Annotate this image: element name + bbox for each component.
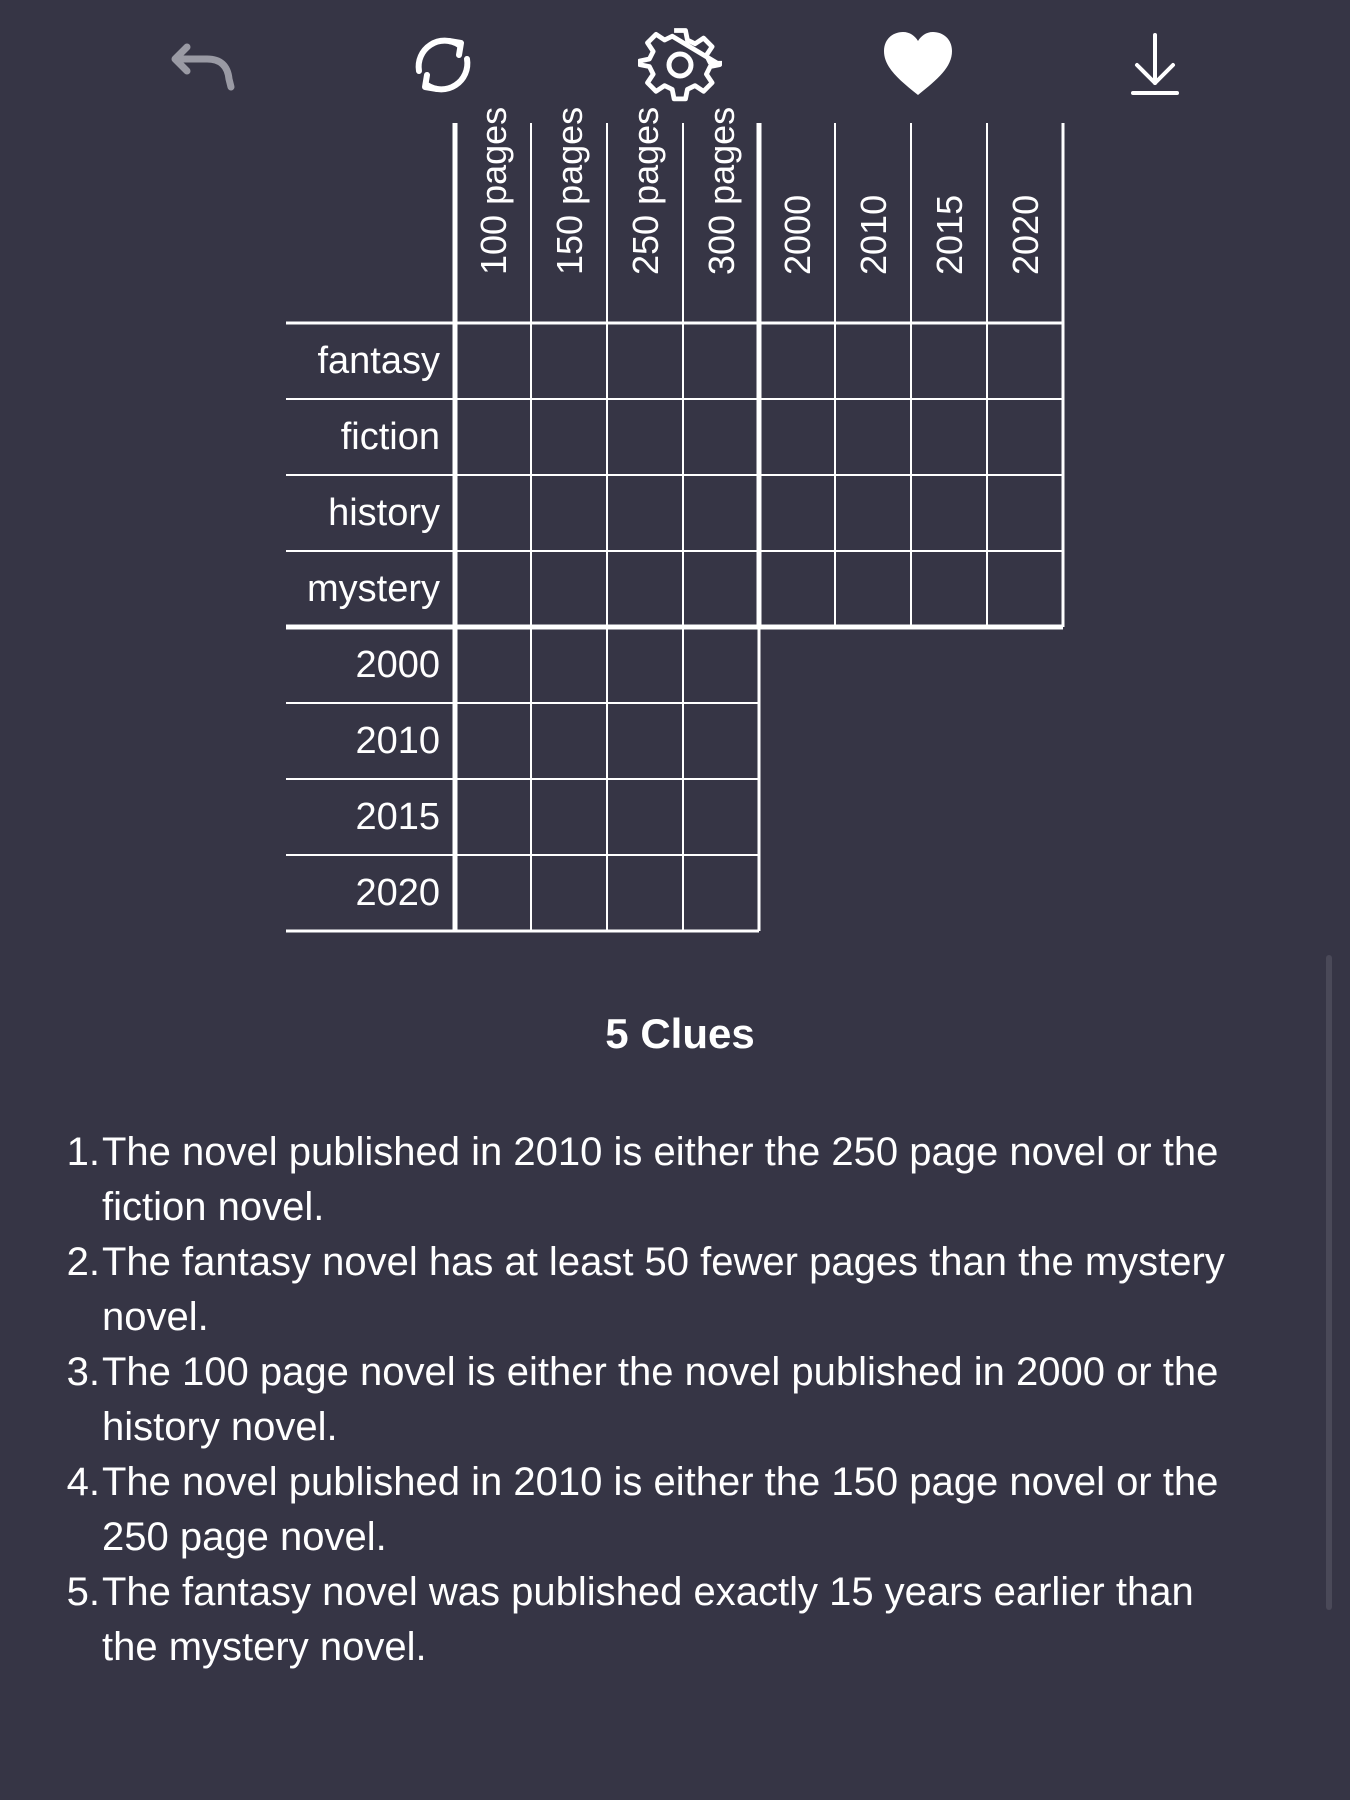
grid-cell[interactable] bbox=[759, 475, 835, 551]
grid-cell[interactable] bbox=[683, 323, 759, 399]
row-header: fantasy bbox=[317, 339, 440, 382]
grid-cell[interactable] bbox=[455, 399, 531, 475]
grid-cell[interactable] bbox=[455, 551, 531, 627]
clue-text: The 100 page novel is either the novel p… bbox=[102, 1350, 1219, 1449]
column-header: 2000 bbox=[763, 125, 833, 315]
clue-number: 5. bbox=[66, 1570, 100, 1614]
grid-cell[interactable] bbox=[455, 475, 531, 551]
column-header-label: 2015 bbox=[929, 194, 970, 275]
grid-cell[interactable] bbox=[911, 475, 987, 551]
clue-number: 3. bbox=[66, 1350, 100, 1394]
clue-text: The fantasy novel has at least 50 fewer … bbox=[102, 1240, 1225, 1339]
row-header: history bbox=[328, 491, 440, 534]
column-header-label: 2010 bbox=[853, 194, 894, 275]
clue-item: 5. The fantasy novel was published exactl… bbox=[56, 1565, 1256, 1675]
grid-cell[interactable] bbox=[455, 627, 531, 703]
grid-cell[interactable] bbox=[531, 399, 607, 475]
grid-cell[interactable] bbox=[531, 323, 607, 399]
grid-cell[interactable] bbox=[531, 779, 607, 855]
row-header: 2015 bbox=[355, 795, 440, 838]
clue-item: 4. The novel published in 2010 is either … bbox=[56, 1455, 1256, 1565]
column-header-label: 300 pages bbox=[701, 106, 742, 275]
clue-item: 3. The 100 page novel is either the novel… bbox=[56, 1345, 1256, 1455]
grid-cell[interactable] bbox=[683, 779, 759, 855]
grid-cell[interactable] bbox=[607, 627, 683, 703]
clue-item: 2. The fantasy novel has at least 50 fewe… bbox=[56, 1235, 1256, 1345]
grid-cell[interactable] bbox=[531, 627, 607, 703]
grid-cell[interactable] bbox=[607, 475, 683, 551]
column-header-label: 2020 bbox=[1005, 194, 1046, 275]
column-header: 250 pages bbox=[611, 107, 681, 315]
column-header-label: 250 pages bbox=[625, 106, 666, 275]
clue-number: 4. bbox=[66, 1460, 100, 1504]
scrollbar[interactable] bbox=[1326, 955, 1332, 1610]
grid-cell[interactable] bbox=[607, 323, 683, 399]
row-header: 2020 bbox=[355, 871, 440, 914]
column-header: 300 pages bbox=[687, 107, 757, 315]
grid-cell[interactable] bbox=[607, 703, 683, 779]
grid-cell[interactable] bbox=[683, 627, 759, 703]
clue-text: The novel published in 2010 is either th… bbox=[102, 1460, 1219, 1559]
clue-text: The fantasy novel was published exactly … bbox=[102, 1570, 1194, 1669]
grid-cell[interactable] bbox=[683, 703, 759, 779]
grid-cell[interactable] bbox=[531, 475, 607, 551]
grid-cell[interactable] bbox=[531, 703, 607, 779]
grid-cell[interactable] bbox=[911, 323, 987, 399]
column-header: 2015 bbox=[915, 125, 985, 315]
grid-cell[interactable] bbox=[835, 399, 911, 475]
row-header: fiction bbox=[340, 415, 440, 458]
grid-cell[interactable] bbox=[987, 475, 1063, 551]
grid-cell[interactable] bbox=[531, 551, 607, 627]
grid-cell[interactable] bbox=[987, 323, 1063, 399]
grid-cell[interactable] bbox=[911, 399, 987, 475]
row-header: 2010 bbox=[355, 719, 440, 762]
clue-number: 1. bbox=[66, 1130, 100, 1174]
grid-cell[interactable] bbox=[607, 551, 683, 627]
grid-cell[interactable] bbox=[835, 475, 911, 551]
clue-number: 2. bbox=[66, 1240, 100, 1284]
grid-cell[interactable] bbox=[607, 779, 683, 855]
column-header: 2020 bbox=[991, 125, 1061, 315]
grid-cell[interactable] bbox=[607, 399, 683, 475]
grid-cell[interactable] bbox=[455, 855, 531, 931]
grid-cell[interactable] bbox=[987, 399, 1063, 475]
clues-list: 1. The novel published in 2010 is either … bbox=[56, 1125, 1256, 1675]
column-header-label: 150 pages bbox=[549, 106, 590, 275]
grid-cell[interactable] bbox=[607, 855, 683, 931]
row-header: mystery bbox=[307, 567, 440, 610]
row-header: 2000 bbox=[355, 643, 440, 686]
grid-cell[interactable] bbox=[759, 399, 835, 475]
clue-item: 1. The novel published in 2010 is either … bbox=[56, 1125, 1256, 1235]
grid-cell[interactable] bbox=[683, 855, 759, 931]
column-header-label: 100 pages bbox=[473, 106, 514, 275]
grid-cell[interactable] bbox=[455, 779, 531, 855]
grid-cell[interactable] bbox=[835, 323, 911, 399]
grid-cell[interactable] bbox=[683, 475, 759, 551]
grid-cell[interactable] bbox=[835, 551, 911, 627]
clue-text: The novel published in 2010 is either th… bbox=[102, 1130, 1219, 1229]
grid-cell[interactable] bbox=[683, 551, 759, 627]
column-header-label: 2000 bbox=[777, 194, 818, 275]
logic-grid: 100 pages 150 pages 250 pages 300 pages 2000… bbox=[0, 0, 1350, 960]
column-header: 2010 bbox=[839, 125, 909, 315]
clues-title: 5 Clues bbox=[605, 1010, 755, 1057]
grid-cell[interactable] bbox=[759, 551, 835, 627]
grid-cell[interactable] bbox=[911, 551, 987, 627]
grid-cell[interactable] bbox=[531, 855, 607, 931]
grid-cell[interactable] bbox=[683, 399, 759, 475]
grid-cell[interactable] bbox=[455, 323, 531, 399]
column-header: 150 pages bbox=[535, 107, 605, 315]
column-header: 100 pages bbox=[459, 107, 529, 315]
grid-cell[interactable] bbox=[987, 551, 1063, 627]
grid-cell[interactable] bbox=[455, 703, 531, 779]
grid-cell[interactable] bbox=[759, 323, 835, 399]
